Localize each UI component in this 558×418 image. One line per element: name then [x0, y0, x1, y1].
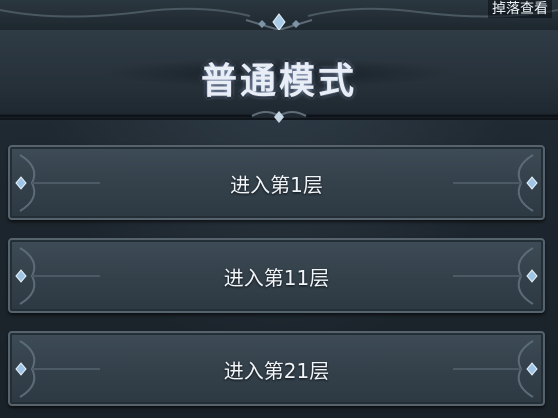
title-divider: [0, 111, 558, 123]
top-ornament-icon: [0, 7, 558, 32]
enter-floor-21-button[interactable]: 进入第21层: [8, 331, 545, 406]
floor-label: 进入第11层: [223, 266, 330, 290]
floor-label: 进入第21层: [223, 359, 330, 383]
enter-floor-11-button[interactable]: 进入第11层: [8, 238, 545, 313]
enter-floor-1-button[interactable]: 进入第1层: [8, 145, 545, 220]
drop-view-button[interactable]: 掉落查看: [488, 0, 552, 18]
divider-gem-icon: [274, 111, 284, 123]
floor-label: 进入第1层: [230, 173, 323, 197]
page-title: 普通模式: [200, 61, 357, 102]
